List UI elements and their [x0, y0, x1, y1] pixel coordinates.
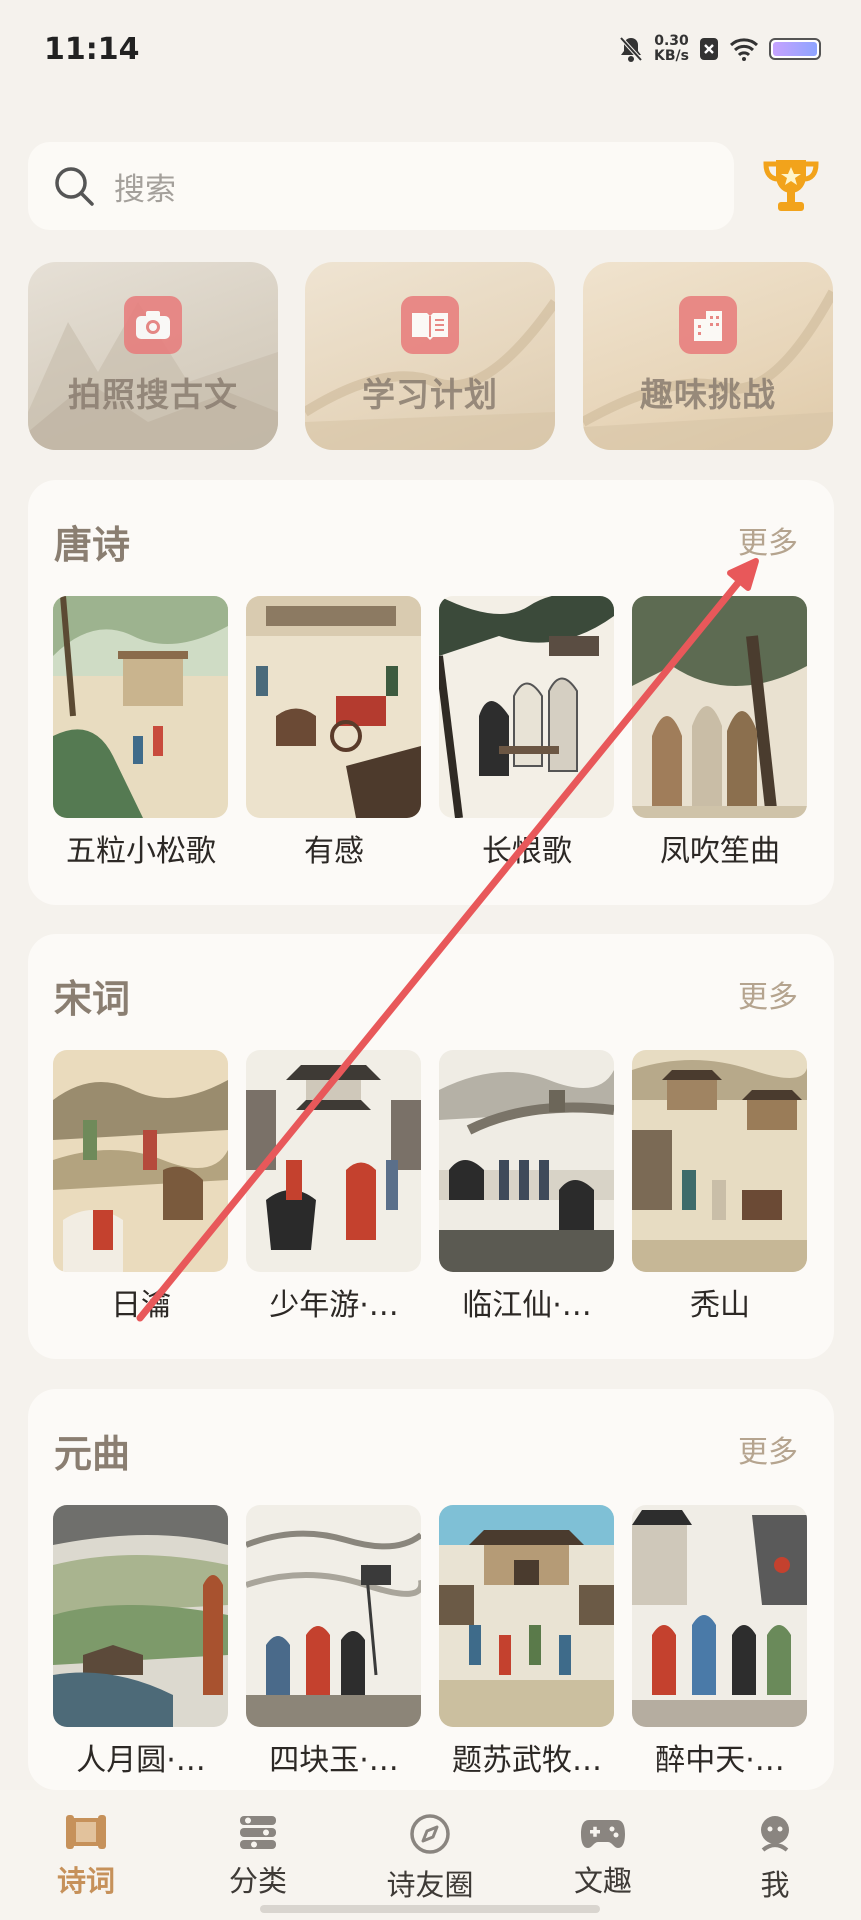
search-icon — [55, 167, 94, 206]
section-song-ci: 宋词 更多 日瀹 少年游·… 临江仙·… 秃山 — [28, 934, 834, 1359]
poem-cover[interactable] — [632, 1050, 807, 1272]
net-speed: 0.30 KB/s — [654, 33, 689, 64]
poem-title[interactable]: 临江仙·… — [432, 1280, 622, 1324]
quick-action-photo-search[interactable]: 拍照搜古文 — [28, 262, 278, 450]
bottom-tab-bar: 诗词 分类 诗友圈 文趣 我 — [0, 1790, 861, 1920]
quick-action-study-plan[interactable]: 学习计划 — [305, 262, 555, 450]
poem-cover[interactable] — [439, 1505, 614, 1727]
quick-action-fun-challenge[interactable]: 趣味挑战 — [583, 262, 833, 450]
search-placeholder: 搜索 — [114, 171, 176, 208]
quick-action-label: 趣味挑战 — [640, 375, 776, 414]
wifi-icon — [729, 38, 759, 61]
poem-title[interactable]: 人月圆·… — [46, 1735, 236, 1779]
search-bar[interactable]: 搜索 — [28, 142, 734, 230]
poem-cover[interactable] — [53, 596, 228, 818]
poem-title[interactable]: 醉中天·… — [625, 1735, 815, 1779]
tab-label: 分类 — [228, 1864, 287, 1898]
great-wall-backdrop — [305, 299, 555, 450]
poem-title[interactable]: 题苏武牧… — [432, 1735, 622, 1779]
section-title: 唐诗 — [54, 523, 131, 567]
tab-me[interactable]: 我 — [715, 1812, 835, 1904]
poem-cover[interactable] — [439, 596, 614, 818]
section-title: 宋词 — [54, 977, 131, 1021]
poem-cover[interactable] — [53, 1505, 228, 1727]
category-icon — [240, 1816, 276, 1849]
tab-label: 诗友圈 — [386, 1868, 474, 1902]
section-tang-poems: 唐诗 更多 五粒小松歌 有感 长恨歌 凤吹笙曲 — [28, 480, 834, 905]
tab-poet-circle[interactable]: 诗友圈 — [370, 1812, 490, 1904]
poem-title[interactable]: 长恨歌 — [432, 826, 622, 870]
tab-fun[interactable]: 文趣 — [543, 1812, 663, 1900]
quick-action-label: 拍照搜古文 — [68, 375, 238, 414]
camera-icon — [124, 296, 182, 354]
poem-cover[interactable] — [246, 1505, 421, 1727]
mute-bell-icon — [619, 36, 643, 62]
no-sim-icon — [700, 38, 718, 60]
more-link[interactable]: 更多 — [738, 518, 798, 562]
poem-title[interactable]: 日瀹 — [46, 1280, 236, 1324]
mountain-backdrop — [28, 302, 278, 450]
home-indicator[interactable] — [260, 1905, 600, 1913]
poem-title[interactable]: 有感 — [239, 826, 429, 870]
poem-cover[interactable] — [632, 596, 807, 818]
section-title: 元曲 — [54, 1432, 131, 1476]
gamepad-icon — [581, 1820, 625, 1848]
poem-title[interactable]: 四块玉·… — [239, 1735, 429, 1779]
trophy-icon[interactable] — [762, 156, 820, 216]
poem-title[interactable]: 少年游·… — [239, 1280, 429, 1324]
battery-icon — [769, 38, 821, 60]
tab-label: 我 — [760, 1868, 790, 1902]
quick-action-label: 学习计划 — [362, 375, 498, 414]
tab-poems[interactable]: 诗词 — [26, 1812, 146, 1900]
tab-label: 文趣 — [573, 1864, 632, 1898]
status-bar: 11:14 0.30 KB/s — [0, 0, 861, 100]
compass-icon — [410, 1814, 450, 1854]
poem-cover[interactable] — [246, 1050, 421, 1272]
poem-title[interactable]: 秃山 — [625, 1280, 815, 1324]
book-icon — [401, 296, 459, 354]
building-icon — [679, 296, 737, 354]
scroll-icon — [66, 1815, 106, 1849]
poem-cover[interactable] — [632, 1505, 807, 1727]
poem-cover[interactable] — [439, 1050, 614, 1272]
more-link[interactable]: 更多 — [738, 972, 798, 1016]
poem-cover[interactable] — [246, 596, 421, 818]
poem-title[interactable]: 凤吹笙曲 — [625, 826, 815, 870]
tab-category[interactable]: 分类 — [198, 1812, 318, 1900]
poem-title[interactable]: 五粒小松歌 — [46, 826, 236, 870]
poem-cover[interactable] — [53, 1050, 228, 1272]
status-time: 11:14 — [44, 32, 140, 67]
section-yuan-qu: 元曲 更多 人月圆·… 四块玉·… 题苏武牧… 醉中天·… — [28, 1389, 834, 1790]
tab-label: 诗词 — [56, 1864, 115, 1898]
profile-icon — [761, 1816, 789, 1852]
more-link[interactable]: 更多 — [738, 1427, 798, 1471]
great-wall-backdrop — [583, 289, 833, 450]
